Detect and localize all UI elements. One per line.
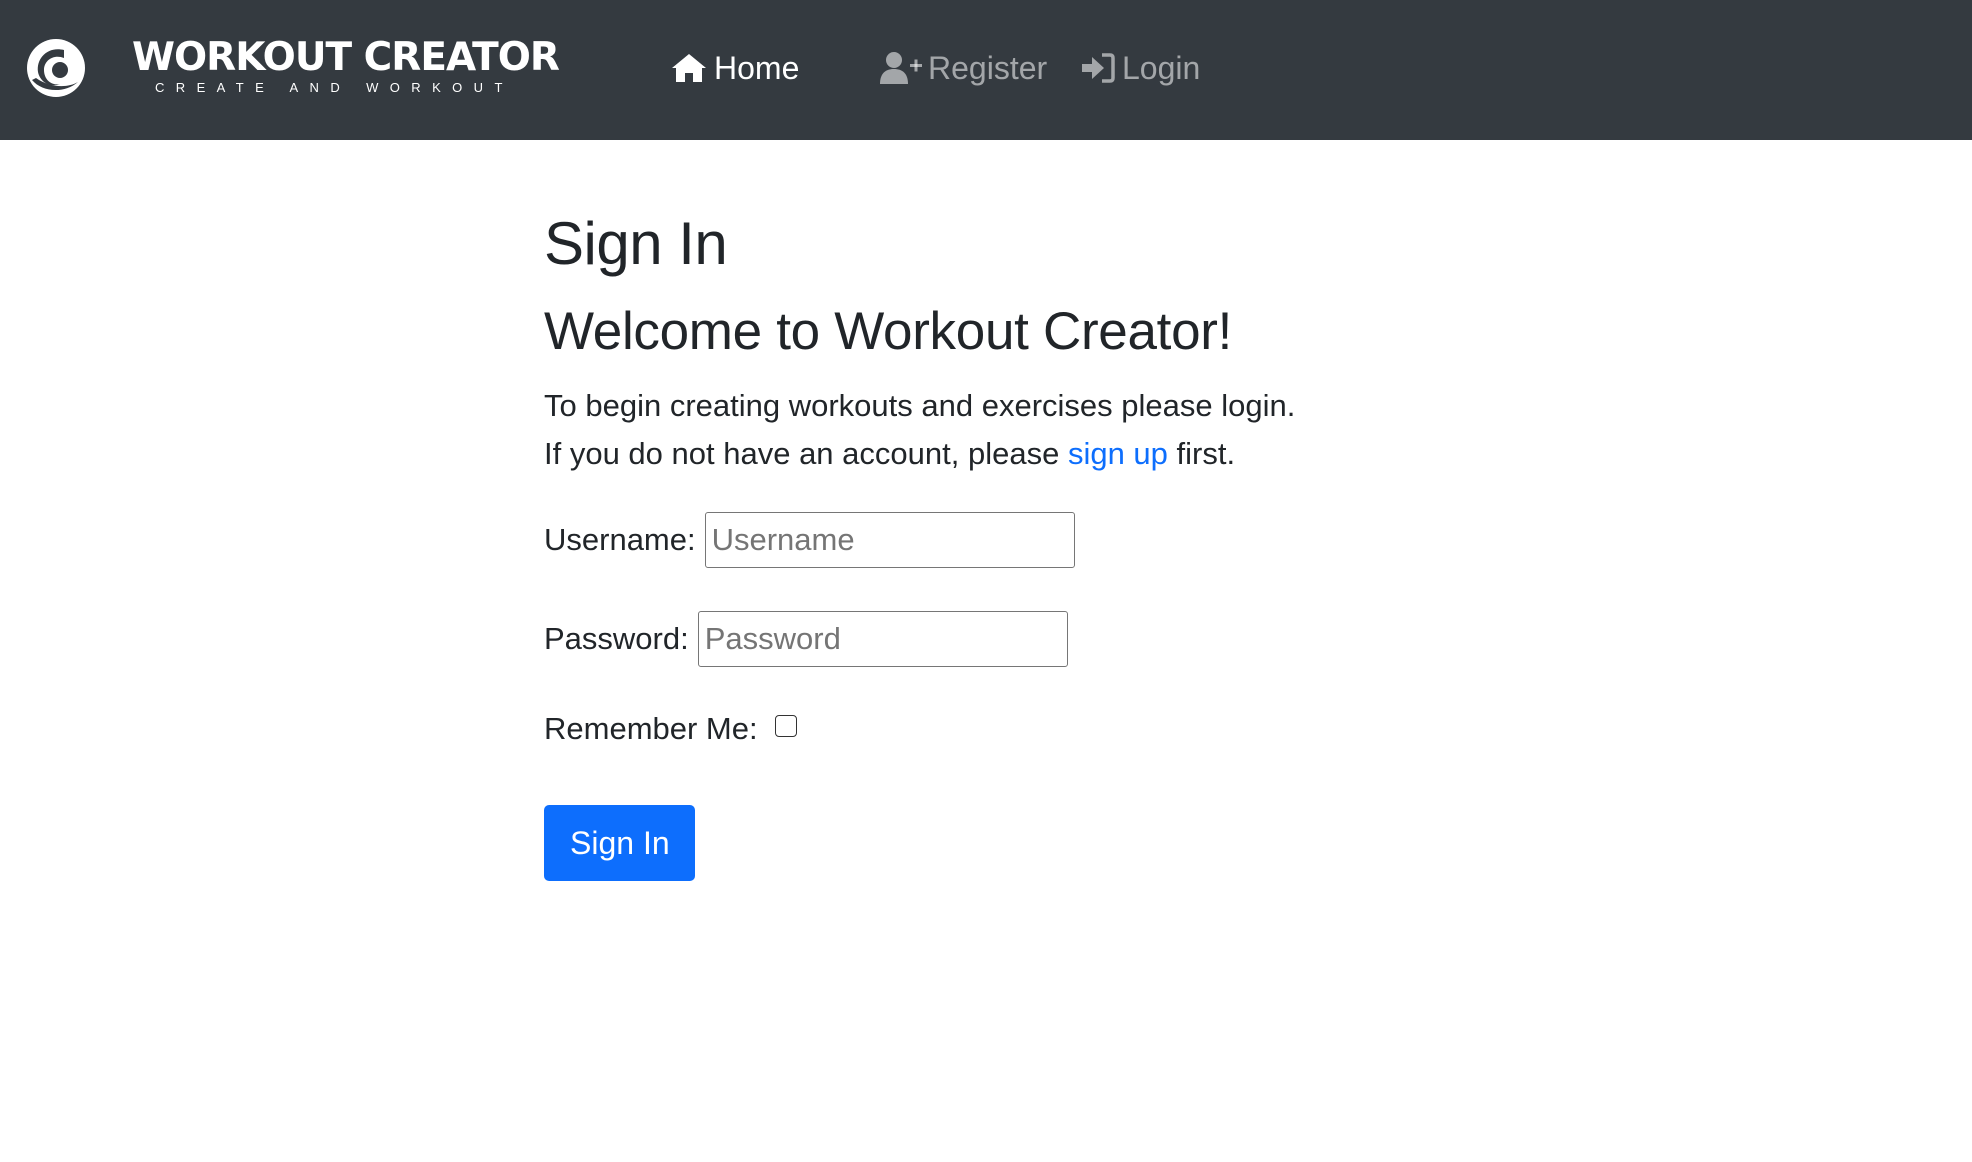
nav-home-label: Home [714, 49, 800, 86]
username-input[interactable] [704, 512, 1075, 568]
password-input[interactable] [697, 611, 1068, 667]
navbar: WORKOUT CREATOR CREATE AND WORKOUT Home … [0, 0, 1972, 140]
remember-me-checkbox[interactable] [774, 715, 797, 737]
intro-text: To begin creating workouts and exercises… [544, 382, 1444, 478]
brand-tagline: CREATE AND WORKOUT [155, 80, 514, 95]
sign-in-icon [1080, 52, 1116, 84]
nav-home-link[interactable]: Home [670, 46, 799, 90]
nav-register-link[interactable]: Register [880, 46, 1047, 90]
sign-in-button[interactable]: Sign In [544, 805, 695, 881]
password-label: Password: [544, 621, 689, 656]
nav-login-link[interactable]: Login [1080, 46, 1200, 90]
nav-register-label: Register [928, 49, 1048, 86]
remember-me-label: Remember Me: [544, 711, 758, 746]
signin-content: Sign In Welcome to Workout Creator! To b… [544, 200, 1444, 881]
remember-row: Remember Me: [544, 711, 1444, 747]
signin-form: Username: Password: Remember Me: Sign In [544, 512, 1444, 881]
nav-login-label: Login [1122, 49, 1201, 86]
username-row: Username: [544, 512, 1444, 568]
brand-logo-icon[interactable] [24, 36, 88, 100]
house-icon [670, 52, 708, 84]
welcome-heading: Welcome to Workout Creator! [544, 302, 1233, 361]
intro-line-1: To begin creating workouts and exercises… [544, 388, 1296, 423]
username-label: Username: [544, 522, 696, 557]
brand-wordmark[interactable]: WORKOUT CREATOR CREATE AND WORKOUT [132, 35, 560, 96]
brand-title: WORKOUT CREATOR [132, 35, 560, 80]
user-plus-icon [880, 51, 922, 85]
intro-line-2-post: first. [1167, 436, 1236, 471]
intro-line-2-pre: If you do not have an account, please [544, 436, 1068, 471]
page-title: Sign In [544, 210, 728, 277]
password-row: Password: [544, 611, 1444, 667]
sign-up-link[interactable]: sign up [1068, 436, 1168, 471]
